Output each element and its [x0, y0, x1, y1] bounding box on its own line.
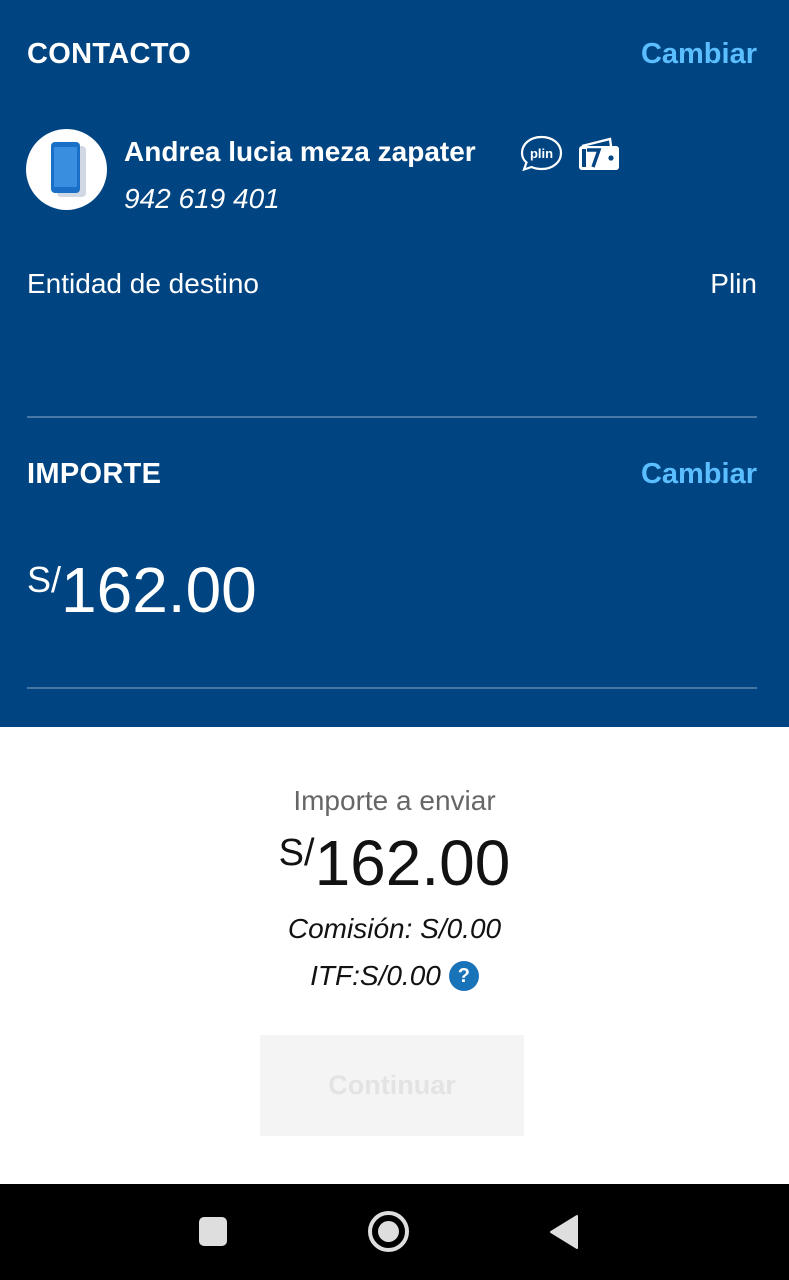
help-icon[interactable]: ? [448, 961, 479, 991]
amount-section-title: IMPORTE [27, 458, 162, 490]
contact-avatar [26, 129, 107, 210]
itf-row: ITF:S/0.00? [0, 960, 789, 992]
summary-value: 162.00 [314, 827, 511, 899]
phone-icon [51, 142, 86, 197]
contact-section-title: CONTACTO [27, 38, 192, 70]
change-amount-link[interactable]: Cambiar [641, 458, 757, 491]
continue-button[interactable]: Continuar [260, 1035, 524, 1136]
destination-label: Entidad de destino [27, 268, 259, 299]
summary-label: Importe a enviar [293, 785, 496, 816]
plin-badge-text: plin [530, 146, 553, 161]
divider [27, 687, 757, 689]
itf-text: ITF:S/0.00 [310, 960, 441, 991]
system-navigation-bar [0, 1184, 789, 1280]
wallet-icon [579, 137, 619, 170]
home-icon[interactable] [368, 1211, 409, 1252]
divider [27, 416, 757, 418]
contact-phone: 942 619 401 [124, 183, 280, 214]
amount-display: S/162.00 [27, 553, 257, 627]
summary-amount: S/162.00 [0, 826, 789, 900]
contact-name: Andrea lucia meza zapater [124, 136, 476, 167]
destination-value: Plin [710, 268, 757, 299]
change-contact-link[interactable]: Cambiar [641, 38, 757, 71]
plin-icon: plin [520, 135, 563, 171]
fee-text: Comisión: S/0.00 [287, 913, 502, 944]
transfer-details-panel: CONTACTO Cambiar Andrea lucia meza zapat… [0, 0, 789, 727]
amount-value: 162.00 [61, 554, 257, 626]
summary-currency: S/ [278, 832, 315, 874]
recents-icon[interactable] [199, 1217, 227, 1246]
amount-currency: S/ [27, 559, 62, 600]
back-icon[interactable] [549, 1214, 579, 1250]
